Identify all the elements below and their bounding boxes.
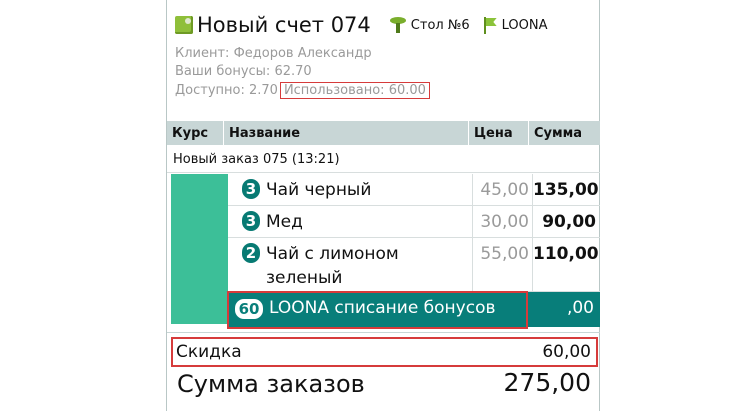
item-sum: 135,00 [533, 174, 600, 206]
col-sum: Сумма [534, 125, 583, 141]
bonus-used: Использовано: 60.00 [279, 82, 430, 99]
col-price: Цена [469, 121, 529, 145]
discount-label: Скидка [176, 342, 242, 362]
item-name: Чай с лимоном зеленый [266, 244, 399, 288]
table-header: Курс Название Цена Сумма [167, 121, 600, 145]
item-name: Мед [266, 212, 303, 232]
table-icon [389, 16, 407, 34]
item-price: 55,00 [473, 238, 533, 292]
col-name: Название [224, 121, 469, 145]
qty-badge: 3 [242, 211, 260, 231]
divider [167, 332, 600, 333]
order-header[interactable]: Новый заказ 075 (13:21) [167, 146, 600, 173]
client-name: Клиент: Федоров Александр [175, 46, 372, 61]
order-panel: Новый счет 074 Стол №6 LOONA Клиент: Фед… [166, 0, 600, 411]
bonus-balance: Ваши бонусы: 62.70 [175, 64, 312, 79]
total-value: 275,00 [503, 368, 591, 397]
bill-title: Новый счет 074 [197, 13, 371, 37]
bill-icon [175, 16, 193, 34]
qty-badge: 2 [242, 243, 260, 263]
col-course: Курс [167, 121, 224, 145]
bonus-details: Доступно: 2.70 Использовано: 60.00 [175, 82, 430, 99]
item-sum: ,00 [566, 298, 594, 318]
total-label: Сумма заказов [177, 370, 365, 398]
bill-header: Новый счет 074 Стол №6 LOONA [175, 12, 595, 38]
item-sum: 90,00 [533, 206, 600, 238]
flag-icon [482, 16, 498, 34]
item-price: 45,00 [473, 174, 533, 206]
discount-value: 60,00 [542, 342, 591, 362]
course-column[interactable] [171, 174, 228, 324]
item-price: 30,00 [473, 206, 533, 238]
bonus-available: Доступно: 2.70 [175, 83, 278, 98]
qty-badge: 3 [242, 179, 260, 199]
item-sum: 110,00 [533, 238, 600, 292]
org-label[interactable]: LOONA [502, 18, 548, 33]
table-label[interactable]: Стол №6 [411, 18, 470, 33]
highlight-box [227, 291, 528, 329]
item-name: Чай черный [266, 180, 372, 200]
